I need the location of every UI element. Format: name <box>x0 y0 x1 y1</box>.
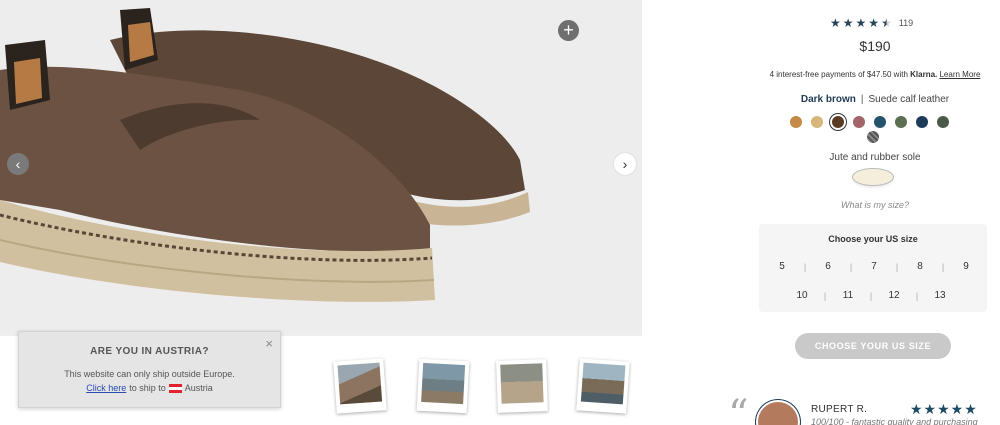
size-option[interactable]: 11 <box>842 290 854 301</box>
thumbnail-photo <box>337 362 383 405</box>
half-star-icon: ★ <box>881 16 892 30</box>
close-icon[interactable]: × <box>265 336 273 351</box>
popup-title: ARE YOU IN AUSTRIA? <box>90 346 209 357</box>
size-help-link[interactable]: What is my size? <box>760 200 990 210</box>
size-separator: | <box>803 261 807 272</box>
size-separator: | <box>895 261 899 272</box>
size-option[interactable]: 6 <box>822 261 834 272</box>
austria-flag-icon <box>168 383 182 393</box>
size-option[interactable]: 13 <box>934 290 946 301</box>
color-line: Dark brown | Suede calf leather <box>760 94 990 105</box>
size-option[interactable]: 9 <box>960 261 972 272</box>
thumbnail[interactable] <box>333 358 387 414</box>
star-icon: ★ <box>855 16 867 30</box>
reviewer-name: RUPERT R. <box>811 404 868 415</box>
color-swatch[interactable] <box>895 116 907 128</box>
color-swatches <box>790 116 960 128</box>
popup-ship-line: Click here to ship to Austria <box>19 383 280 393</box>
star-icon: ★ <box>830 16 841 30</box>
size-row-1: 5 | 6 | 7 | 8 | 9 <box>776 261 972 272</box>
zoom-plus-icon[interactable]: + <box>558 20 579 41</box>
color-swatch[interactable] <box>811 116 823 128</box>
choose-size-button[interactable]: CHOOSE YOUR US SIZE <box>795 333 951 359</box>
thumbnail[interactable] <box>496 359 548 413</box>
thumbnail-photo <box>500 363 544 404</box>
size-separator: | <box>941 261 945 272</box>
sole-swatch[interactable] <box>853 169 893 185</box>
review-stars-icon: ★★★★★ <box>910 401 978 417</box>
color-swatch[interactable] <box>916 116 928 128</box>
review-text: 100/100 - fantastic quality and purchasi… <box>811 417 978 425</box>
product-rating[interactable]: ★ ★ ★ ★ ★ 119 <box>830 16 913 30</box>
color-swatch[interactable] <box>853 116 865 128</box>
thumbnail-photo <box>421 362 466 405</box>
color-swatch[interactable] <box>790 116 802 128</box>
ship-link-suffix: to ship to <box>129 383 166 393</box>
rating-count: 119 <box>898 18 914 28</box>
country-popup: × ARE YOU IN AUSTRIA? This website can o… <box>18 331 281 408</box>
quote-icon: “ <box>728 392 749 425</box>
color-swatch[interactable] <box>937 116 949 128</box>
review-card: “ RUPERT R. ★★★★★ 100/100 - fantastic qu… <box>728 392 990 425</box>
size-option[interactable]: 7 <box>868 261 880 272</box>
country-name: Austria <box>184 383 213 393</box>
product-page: ‹ › + × ARE YOU IN AUSTRIA? This website… <box>0 0 1000 425</box>
ship-link[interactable]: Click here <box>86 383 126 393</box>
klarna-brand: Klarna. <box>910 70 938 79</box>
star-icon: ★ <box>842 16 854 30</box>
star-icon: ★ <box>868 16 880 30</box>
product-price: $190 <box>859 38 891 54</box>
thumbnail[interactable] <box>576 358 630 414</box>
color-name: Dark brown <box>800 94 856 105</box>
klarna-text: 4 interest-free payments of $47.50 with <box>769 70 908 79</box>
gallery-next-button[interactable]: › <box>614 153 636 175</box>
size-separator: | <box>849 261 853 272</box>
color-swatch[interactable] <box>867 131 879 143</box>
color-swatch[interactable] <box>874 116 886 128</box>
espadrille-image <box>0 8 530 302</box>
size-separator: | <box>915 290 919 301</box>
color-swatch[interactable] <box>832 116 844 128</box>
size-separator: | <box>869 290 873 301</box>
size-row-2: 10 | 11 | 12 | 13 <box>796 290 946 301</box>
klarna-line: 4 interest-free payments of $47.50 with … <box>750 70 1000 79</box>
thumbnail[interactable] <box>416 358 470 414</box>
product-panel: ★ ★ ★ ★ ★ 119 $190 4 interest-free payme… <box>728 0 990 425</box>
gallery-prev-button[interactable]: ‹ <box>7 153 29 175</box>
popup-message: This website can only ship outside Europ… <box>64 369 235 379</box>
main-product-image[interactable]: ‹ › + <box>0 0 642 332</box>
material-name: Suede calf leather <box>868 94 950 105</box>
size-separator: | <box>823 290 827 301</box>
size-option[interactable]: 12 <box>888 290 900 301</box>
product-gallery: ‹ › + × ARE YOU IN AUSTRIA? This website… <box>0 0 642 425</box>
thumbnail-photo <box>580 362 626 405</box>
size-title: Choose your US size <box>828 234 918 244</box>
size-option[interactable]: 8 <box>914 261 926 272</box>
klarna-learn-more-link[interactable]: Learn More <box>939 70 980 79</box>
sole-label: Jute and rubber sole <box>829 152 921 163</box>
size-option[interactable]: 5 <box>776 261 788 272</box>
size-option[interactable]: 10 <box>796 290 808 301</box>
divider: | <box>860 94 864 105</box>
size-selector: Choose your US size 5 | 6 | 7 | 8 | 9 10 | 11… <box>759 224 987 312</box>
avatar <box>756 400 800 425</box>
